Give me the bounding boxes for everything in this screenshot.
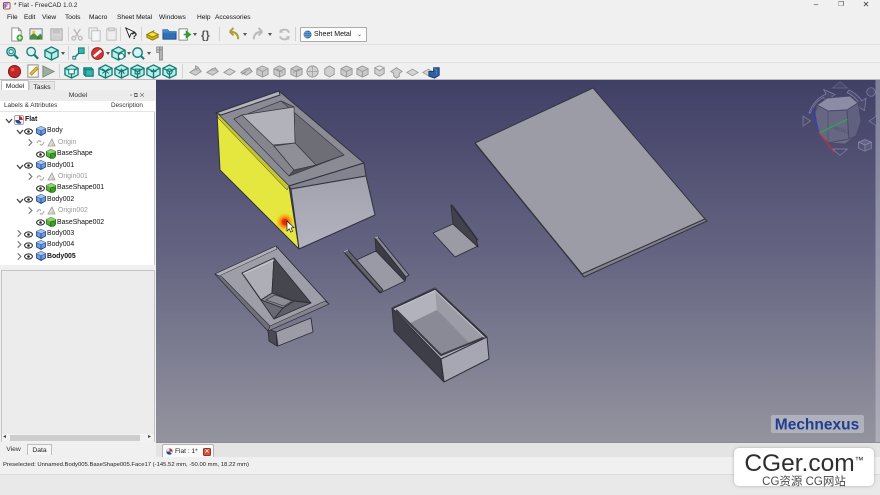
- svg-text:Mechnexus: Mechnexus: [775, 417, 859, 434]
- svg-text:?: ?: [131, 31, 137, 41]
- svg-text:{}: {}: [201, 29, 210, 41]
